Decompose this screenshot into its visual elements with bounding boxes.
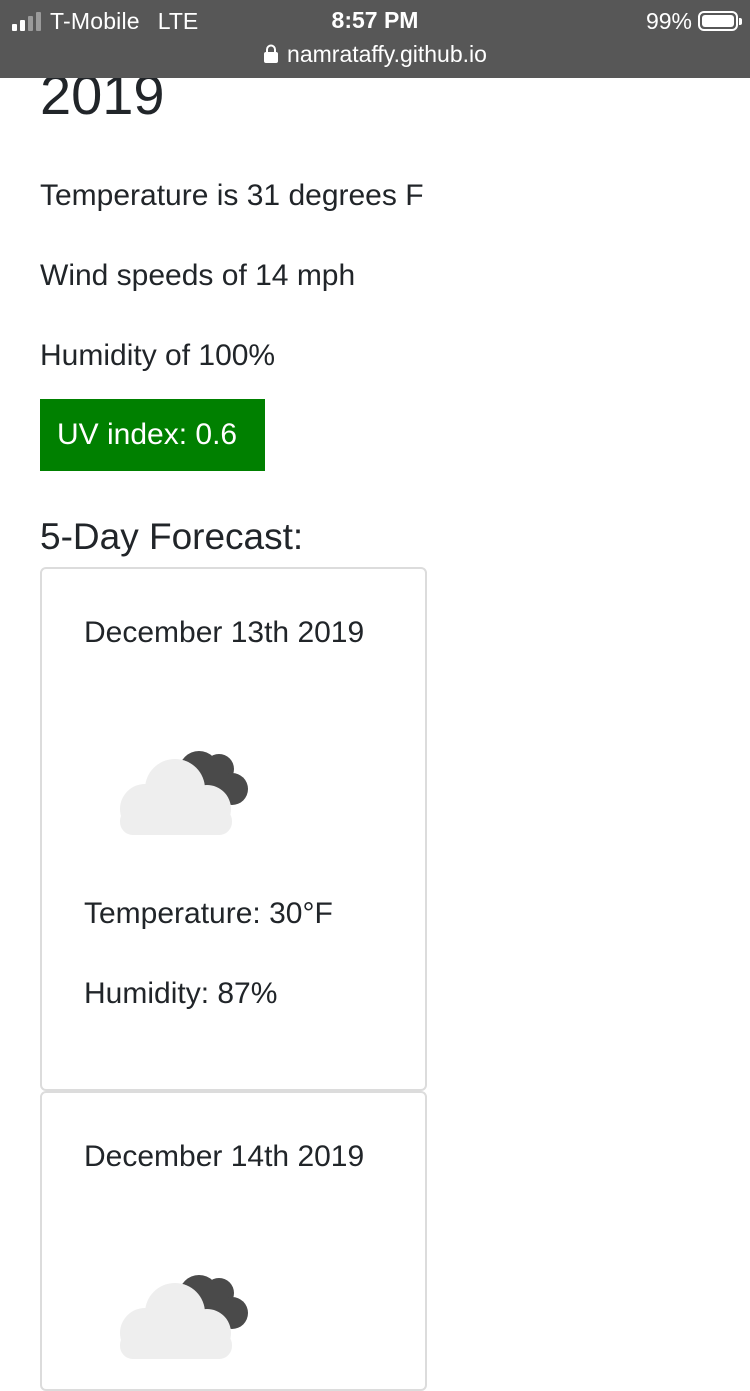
current-humidity: Humidity of 100% — [40, 339, 276, 372]
status-bar: T-Mobile LTE 8:57 PM 99% namrataffy.gith… — [0, 0, 750, 78]
forecast-date: December 13th 2019 — [84, 616, 365, 649]
forecast-heading: 5-Day Forecast: — [40, 516, 304, 557]
forecast-card: December 13th 2019 Temperature: 30°F Hum… — [40, 567, 427, 1091]
current-wind: Wind speeds of 14 mph — [40, 259, 356, 292]
uv-index-badge: UV index: 0.6 — [40, 399, 265, 471]
forecast-date: December 14th 2019 — [84, 1140, 365, 1173]
cloudy-icon — [120, 751, 248, 835]
cloudy-icon — [120, 1275, 248, 1359]
forecast-temperature: Temperature: 30°F — [84, 897, 333, 930]
status-time: 8:57 PM — [331, 7, 419, 33]
battery-icon — [698, 11, 742, 31]
forecast-humidity: Humidity: 87% — [84, 977, 278, 1010]
forecast-card: December 14th 2019 — [40, 1091, 427, 1391]
battery-percent: 99% — [645, 7, 692, 34]
lock-icon — [264, 44, 279, 63]
address-bar[interactable]: namrataffy.github.io — [0, 40, 750, 68]
page-url[interactable]: namrataffy.github.io — [287, 41, 487, 68]
status-right: 99% — [645, 7, 742, 35]
current-temperature: Temperature is 31 degrees F — [40, 179, 424, 212]
